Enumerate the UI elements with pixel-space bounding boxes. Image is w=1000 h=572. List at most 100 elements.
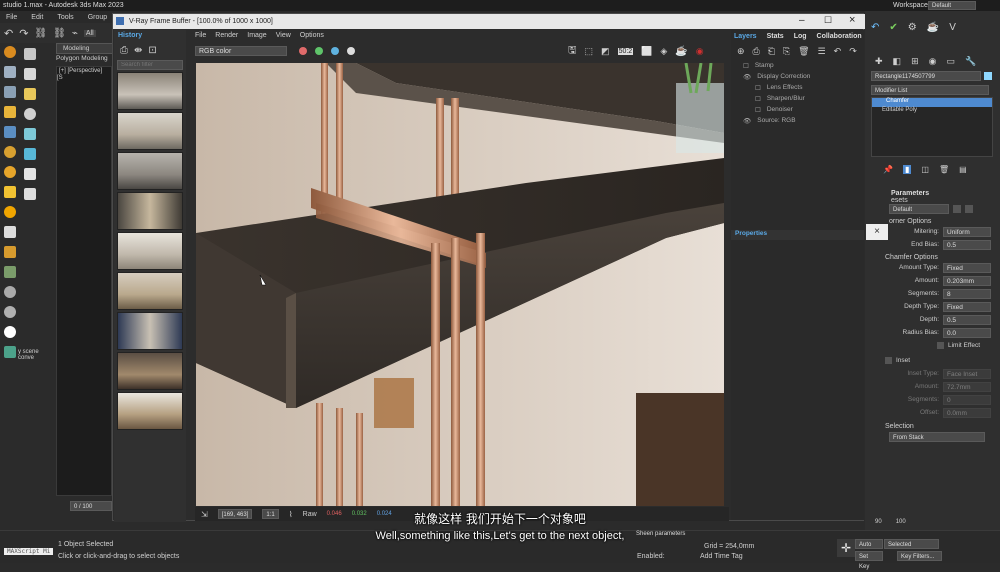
amount-spinner[interactable]: 0.203mm [943, 275, 991, 286]
save-preset-icon[interactable] [953, 205, 961, 213]
history-thumbnail[interactable] [117, 192, 183, 230]
history-thumbnail[interactable] [117, 152, 183, 190]
limit-effect-checkbox[interactable] [937, 342, 944, 349]
pyramid-icon[interactable] [24, 88, 36, 100]
workspace-dropdown[interactable]: Default [928, 1, 976, 10]
undo-scene-icon[interactable]: ↶ [871, 22, 879, 33]
target-icon[interactable] [24, 108, 36, 120]
depth-spinner[interactable]: 0.5 [943, 314, 991, 325]
maximize-icon[interactable]: ☐ [824, 15, 832, 26]
preset-dropdown[interactable]: Default [889, 204, 949, 214]
list-icon[interactable]: ☰ [818, 46, 826, 57]
zoom-dropdown[interactable]: 1:1 [262, 509, 279, 519]
layer-item[interactable]: 👁 Display Correction [731, 71, 864, 82]
cube-icon[interactable] [4, 226, 16, 238]
selected-dropdown[interactable]: Selected [884, 539, 939, 549]
setkey-button[interactable]: Set Key [855, 551, 883, 570]
green-channel-icon[interactable] [315, 47, 323, 55]
red-channel-icon[interactable] [299, 47, 307, 55]
undo-layer-icon[interactable]: ↶ [834, 46, 842, 57]
inset-checkbox[interactable] [885, 357, 892, 364]
object-name-field[interactable]: Rectangle1174507799 [871, 71, 981, 81]
minimize-icon[interactable]: – [799, 15, 805, 26]
make-unique-icon[interactable]: ◫ [921, 165, 929, 174]
tab-log[interactable]: Log [794, 33, 807, 40]
end-bias-spinner[interactable]: 0.5 [943, 239, 991, 250]
vfb-menu-image[interactable]: Image [247, 32, 266, 39]
torus-icon[interactable] [4, 166, 16, 178]
box-icon[interactable] [4, 66, 16, 78]
menu-file[interactable]: File [6, 14, 17, 21]
inset-segments-spinner[interactable]: 0 [943, 394, 991, 405]
compare-icon[interactable]: ⇼ [134, 45, 142, 56]
helper-icon[interactable] [4, 126, 16, 138]
key-filters-button[interactable]: Key Filters... [897, 551, 942, 561]
menu-edit[interactable]: Edit [31, 14, 43, 21]
history-thumbnail[interactable] [117, 72, 183, 110]
object-color-swatch[interactable] [984, 72, 992, 80]
segments-spinner[interactable]: 8 [943, 288, 991, 299]
maxscript-listener[interactable]: MAXScript Mi [4, 548, 54, 555]
utilities-tab-icon[interactable]: 🔧 [965, 56, 976, 67]
modifier-list-dropdown[interactable]: Modifier List [871, 85, 989, 95]
modify-tab-icon[interactable]: ◧ [893, 56, 902, 67]
render-icon[interactable]: ☕ [927, 22, 939, 33]
chain-icon[interactable] [24, 48, 36, 60]
save-layers-icon[interactable]: ⎙ [753, 46, 760, 57]
layer-item[interactable]: ☐ Lens Effects [731, 82, 864, 93]
render-view[interactable] [196, 63, 724, 506]
perspective-viewport[interactable]: [+] [Perspective] [S [56, 66, 112, 496]
history-thumbnail[interactable] [117, 352, 183, 390]
bind-icon[interactable]: ⌁ [72, 28, 78, 39]
channel-dropdown[interactable]: RGB color [195, 46, 287, 56]
tape-icon[interactable] [24, 188, 36, 200]
teapot-icon[interactable] [4, 46, 16, 58]
clear-icon[interactable]: ⬜ [641, 46, 652, 57]
mitering-dropdown[interactable]: Uniform [943, 226, 991, 237]
vray-logo-icon[interactable] [4, 326, 16, 338]
motion-tab-icon[interactable]: ◉ [929, 56, 937, 67]
vray-icon[interactable]: V [949, 22, 956, 33]
track-mouse-icon[interactable]: ◩ [601, 46, 610, 57]
pixel-info-icon[interactable]: ⇲ [201, 510, 208, 519]
load-preset-icon[interactable] [965, 205, 973, 213]
history-thumbnail[interactable] [117, 112, 183, 150]
region-render-icon[interactable]: ⬚ [585, 46, 594, 57]
close-popup-icon[interactable]: × [866, 224, 888, 240]
display-tab-icon[interactable]: ▭ [946, 56, 955, 67]
gear-icon[interactable] [4, 306, 16, 318]
autokey-button[interactable]: Auto Key [855, 539, 883, 558]
depth-type-dropdown[interactable]: Fixed [943, 301, 991, 312]
history-thumbnail[interactable] [117, 312, 183, 350]
eyedropper-icon[interactable]: ⌇ [289, 510, 293, 519]
undo-icon[interactable]: ↶ [4, 27, 13, 40]
vfb-menu-options[interactable]: Options [300, 32, 324, 39]
camera-icon[interactable] [4, 86, 16, 98]
redo-layer-icon[interactable]: ↷ [849, 46, 857, 57]
add-time-tag[interactable]: Add Time Tag [700, 553, 743, 560]
grid-icon[interactable] [24, 128, 36, 140]
blue-channel-icon[interactable] [331, 47, 339, 55]
vfb-menu-view[interactable]: View [276, 32, 291, 39]
plant-icon[interactable] [4, 266, 16, 278]
alpha-channel-icon[interactable] [347, 47, 355, 55]
timeline-slider[interactable]: 0 / 100 [70, 501, 112, 511]
check-icon[interactable]: ✔ [889, 22, 897, 33]
cylinder-icon[interactable] [24, 148, 36, 160]
layer-item[interactable]: ☐ Sharpen/Blur [731, 93, 864, 104]
remove-modifier-icon[interactable]: 🗑 [939, 165, 949, 174]
radius-bias-spinner[interactable]: 0.0 [943, 327, 991, 338]
material-ball-icon[interactable] [4, 286, 16, 298]
tab-stats[interactable]: Stats [767, 33, 784, 40]
hose-icon[interactable] [24, 168, 36, 180]
unlink-icon[interactable]: ⛓ [53, 28, 66, 39]
delete-layer-icon[interactable]: 🗑 [798, 46, 809, 57]
teapot-render-icon[interactable]: ☕ [675, 46, 687, 57]
sphere-icon[interactable] [4, 146, 16, 158]
menu-group[interactable]: Group [88, 14, 107, 21]
preset-icon[interactable]: ⎘ [783, 46, 790, 57]
hierarchy-tab-icon[interactable]: ⊞ [911, 56, 919, 67]
modifier-chamfer[interactable]: Chamfer [872, 98, 992, 107]
layer-item[interactable]: ☐ Stamp [731, 60, 864, 71]
lens-icon[interactable]: ◈ [660, 46, 667, 57]
